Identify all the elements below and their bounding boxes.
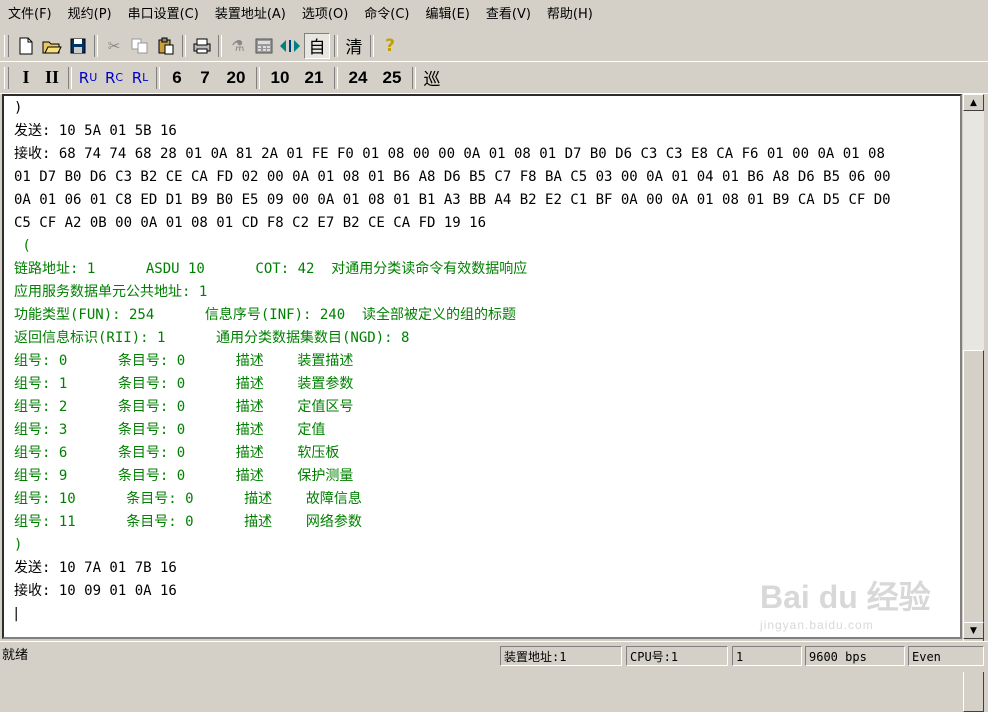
- toolbar-separator: [182, 34, 186, 57]
- menu-file[interactable]: 文件(F): [0, 0, 60, 30]
- status-parity: Even: [908, 646, 984, 666]
- log-line: 发送: 10 7A 01 7B 16: [14, 560, 177, 576]
- menu-protocol[interactable]: 规约(P): [60, 0, 120, 30]
- rc-button[interactable]: RC: [102, 66, 126, 90]
- toolbar-grip[interactable]: [4, 34, 9, 57]
- watermark-main: Bai du 经验: [760, 579, 931, 615]
- status-device-address: 装置地址:1: [500, 646, 622, 666]
- toolbar-separator: [218, 34, 222, 57]
- clear-button[interactable]: 清: [342, 34, 366, 58]
- menu-options[interactable]: 选项(O): [294, 0, 356, 30]
- log-line: 组号: 10 条目号: 0 描述 故障信息: [14, 491, 362, 507]
- log-line: 发送: 10 5A 01 5B 16: [14, 123, 177, 139]
- status-baud: 9600 bps: [805, 646, 905, 666]
- log-line: 组号: 11 条目号: 0 描述 网络参数: [14, 514, 362, 530]
- log-line: 组号: 1 条目号: 0 描述 装置参数: [14, 376, 354, 392]
- rl-main: R: [131, 68, 143, 87]
- copy-icon[interactable]: [128, 34, 152, 58]
- tool-icon[interactable]: ⚗: [226, 34, 250, 58]
- log-line: 组号: 9 条目号: 0 描述 保护测量: [14, 468, 354, 484]
- paste-icon[interactable]: [154, 34, 178, 58]
- menu-device-address[interactable]: 装置地址(A): [207, 0, 294, 30]
- auto-button[interactable]: 自: [304, 32, 330, 59]
- log-line: 01 D7 B0 D6 C3 B2 CE CA FD 02 00 0A 01 0…: [14, 169, 891, 185]
- standard-toolbar: ✂ ⚗ 自 清 ?: [0, 30, 988, 62]
- level2-data-button[interactable]: II: [40, 66, 64, 90]
- cmd-25-button[interactable]: 25: [376, 66, 408, 90]
- message-log[interactable]: ) 发送: 10 5A 01 5B 16 接收: 68 74 74 68 28 …: [2, 94, 962, 639]
- baidu-watermark-logo: Bai du 经验 jingyan.baidu.com: [760, 572, 931, 632]
- toolbar-grip[interactable]: [4, 66, 9, 89]
- menu-command[interactable]: 命令(C): [356, 0, 417, 30]
- cmd-24-button[interactable]: 24: [342, 66, 374, 90]
- cmd-7-button[interactable]: 7: [192, 66, 218, 90]
- log-line: 0A 01 06 01 C8 ED D1 B9 B0 E5 09 00 0A 0…: [14, 192, 891, 208]
- log-line: 组号: 3 条目号: 0 描述 定值: [14, 422, 326, 438]
- ru-button[interactable]: RU: [76, 66, 100, 90]
- log-line: 组号: 2 条目号: 0 描述 定值区号: [14, 399, 354, 415]
- log-line: 返回信息标识(RII): 1 通用分类数据集数目(NGD): 8: [14, 330, 410, 346]
- rl-button[interactable]: RL: [128, 66, 152, 90]
- log-line: 接收: 68 74 74 68 28 01 0A 81 2A 01 FE F0 …: [14, 146, 885, 162]
- open-folder-icon[interactable]: [40, 34, 64, 58]
- menu-help[interactable]: 帮助(H): [539, 0, 601, 30]
- toolbar-separator: [334, 34, 338, 57]
- log-line: 应用服务数据单元公共地址: 1: [14, 284, 208, 300]
- help-icon[interactable]: ?: [378, 34, 402, 58]
- rc-sub: C: [115, 71, 124, 84]
- cmd-6-button[interactable]: 6: [164, 66, 190, 90]
- log-line: 功能类型(FUN): 254 信息序号(INF): 240 读全部被定义的组的标…: [14, 307, 517, 323]
- status-num: 1: [732, 646, 802, 666]
- cmd-20-button[interactable]: 20: [220, 66, 252, 90]
- ru-sub: U: [89, 71, 98, 84]
- command-toolbar: I II RU RC RL 6 7 20 10 21 24 25 巡: [0, 62, 988, 94]
- cmd-10-button[interactable]: 10: [264, 66, 296, 90]
- watermark-sub: jingyan.baidu.com: [760, 618, 874, 632]
- cut-icon[interactable]: ✂: [102, 34, 126, 58]
- save-icon[interactable]: [66, 34, 90, 58]
- toolbar-separator: [68, 66, 72, 89]
- log-line: C5 CF A2 0B 00 0A 01 08 01 CD F8 C2 E7 B…: [14, 215, 487, 231]
- rc-main: R: [104, 68, 116, 87]
- scroll-up-icon[interactable]: ▲: [963, 94, 984, 111]
- log-line: 组号: 0 条目号: 0 描述 装置描述: [14, 353, 354, 369]
- toolbar-separator: [94, 34, 98, 57]
- log-line: 链路地址: 1 ASDU 10 COT: 42 对通用分类读命令有效数据响应: [14, 261, 528, 277]
- patrol-button[interactable]: 巡: [420, 66, 444, 90]
- menu-view[interactable]: 查看(V): [478, 0, 539, 30]
- new-file-icon[interactable]: [14, 34, 38, 58]
- log-line: ): [14, 537, 23, 553]
- print-icon[interactable]: [190, 34, 214, 58]
- status-ready: 就绪: [2, 648, 29, 663]
- menu-serial-settings[interactable]: 串口设置(C): [120, 0, 207, 30]
- toolbar-separator: [412, 66, 416, 89]
- status-cpu: CPU号:1: [626, 646, 728, 666]
- split-arrows-icon[interactable]: [278, 34, 302, 58]
- calculator-icon[interactable]: [252, 34, 276, 58]
- toolbar-separator: [156, 66, 160, 89]
- toolbar-separator: [370, 34, 374, 57]
- menu-bar: 文件(F) 规约(P) 串口设置(C) 装置地址(A) 选项(O) 命令(C) …: [0, 0, 988, 31]
- status-bar: 就绪 装置地址:1 CPU号:1 1 9600 bps Even: [0, 641, 988, 672]
- log-line: 接收: 10 09 01 0A 16: [14, 583, 177, 599]
- vertical-scrollbar[interactable]: ▲ ▼: [963, 94, 984, 712]
- toolbar-separator: [334, 66, 338, 89]
- log-line: ): [14, 100, 23, 116]
- menu-edit[interactable]: 编辑(E): [418, 0, 478, 30]
- log-line: (: [14, 238, 31, 254]
- level1-data-button[interactable]: I: [14, 66, 38, 90]
- cmd-21-button[interactable]: 21: [298, 66, 330, 90]
- rl-sub: L: [142, 71, 149, 84]
- log-line: 组号: 6 条目号: 0 描述 软压板: [14, 445, 340, 461]
- toolbar-separator: [256, 66, 260, 89]
- scroll-down-icon[interactable]: ▼: [963, 622, 984, 639]
- text-cursor: |: [12, 606, 21, 622]
- ru-main: R: [78, 68, 90, 87]
